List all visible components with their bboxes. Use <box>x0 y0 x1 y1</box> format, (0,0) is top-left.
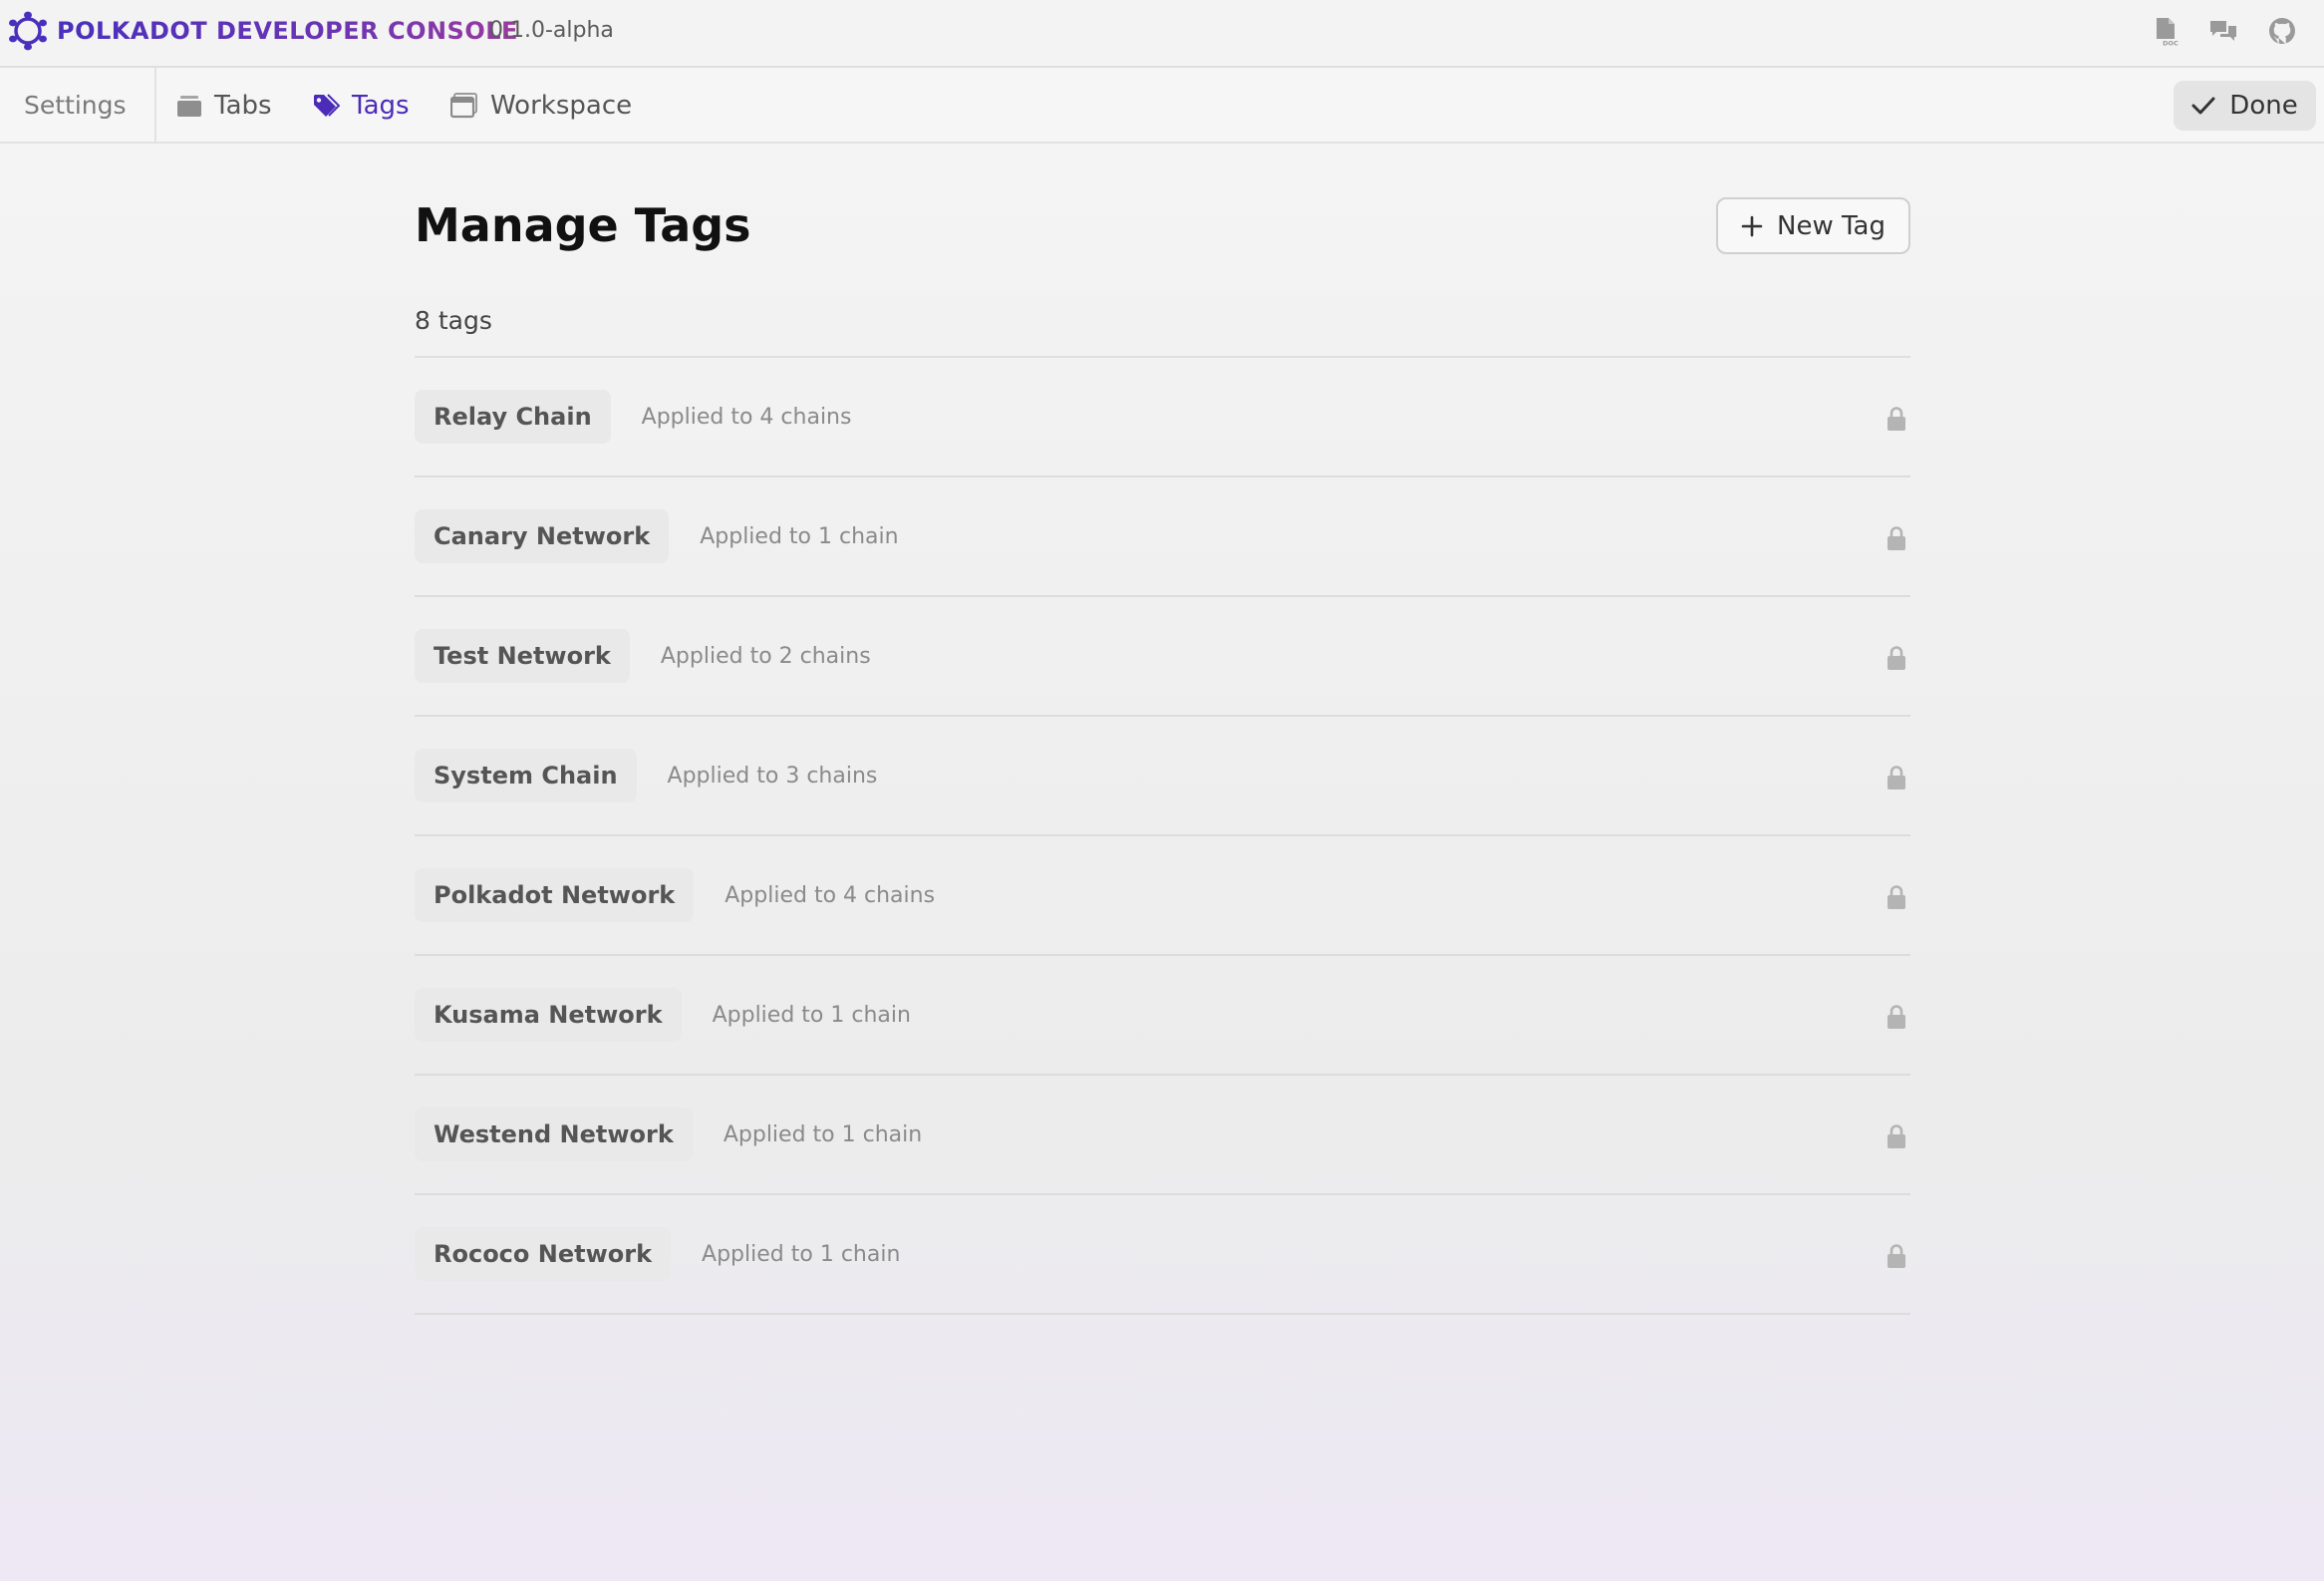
tag-count: 8 tags <box>415 306 492 335</box>
lock-icon <box>1888 646 1905 670</box>
folder-icon <box>177 96 201 117</box>
docs-icon[interactable]: DOC <box>2150 15 2181 47</box>
tag-usage: Applied to 3 chains <box>667 763 878 789</box>
tab-workspace[interactable]: Workspace <box>450 88 632 124</box>
checkmark-icon <box>2191 97 2215 115</box>
tag-chip[interactable]: Westend Network <box>415 1107 693 1161</box>
settings-tab-bar: Settings Tabs Tags Workspace Done <box>0 68 2324 144</box>
tab-workspace-label: Workspace <box>490 91 633 121</box>
tag-chip[interactable]: Relay Chain <box>415 390 611 444</box>
tab-tags-label: Tags <box>352 91 410 121</box>
lock-icon <box>1888 526 1905 550</box>
polkadot-logo-icon <box>9 11 47 51</box>
tag-row: Test Network Applied to 2 chains <box>415 597 1910 717</box>
new-tag-button-label: New Tag <box>1777 210 1886 241</box>
tag-usage: Applied to 1 chain <box>723 1121 923 1147</box>
done-button[interactable]: Done <box>2174 81 2316 131</box>
tab-tags[interactable]: Tags <box>312 88 410 124</box>
tag-row: Westend Network Applied to 1 chain <box>415 1076 1910 1195</box>
lock-icon <box>1888 885 1905 909</box>
plus-icon <box>1741 215 1763 236</box>
tag-usage: Applied to 1 chain <box>712 1002 911 1028</box>
tag-chip[interactable]: Polkadot Network <box>415 868 695 922</box>
title-bar: POLKADOT DEVELOPER CONSOLE 0.1.0-alpha D… <box>0 0 2324 68</box>
tag-chip[interactable]: Test Network <box>415 629 630 683</box>
window-icon <box>450 93 477 119</box>
tag-usage: Applied to 2 chains <box>660 643 871 669</box>
page-title: Manage Tags <box>415 198 751 252</box>
tag-row: System Chain Applied to 3 chains <box>415 717 1910 836</box>
tag-usage: Applied to 4 chains <box>641 404 852 430</box>
tag-list: Relay Chain Applied to 4 chains Canary N… <box>415 358 1910 1315</box>
svg-text:DOC: DOC <box>2163 40 2179 48</box>
github-icon[interactable] <box>2266 15 2298 47</box>
lock-icon <box>1888 1244 1905 1268</box>
tag-chip[interactable]: Rococo Network <box>415 1227 672 1281</box>
lock-icon <box>1888 1005 1905 1029</box>
lock-icon <box>1888 1124 1905 1148</box>
tab-tabs-label: Tabs <box>214 91 272 121</box>
tag-row: Canary Network Applied to 1 chain <box>415 477 1910 597</box>
lock-icon <box>1888 766 1905 790</box>
tag-usage: Applied to 1 chain <box>702 1241 901 1267</box>
tag-usage: Applied to 4 chains <box>725 882 936 908</box>
tab-divider <box>154 68 156 142</box>
tag-row: Rococo Network Applied to 1 chain <box>415 1195 1910 1315</box>
lock-icon <box>1888 407 1905 431</box>
tag-chip[interactable]: Kusama Network <box>415 988 682 1042</box>
done-button-label: Done <box>2229 91 2298 121</box>
tag-chip[interactable]: Canary Network <box>415 509 670 563</box>
new-tag-button[interactable]: New Tag <box>1716 197 1910 254</box>
settings-label: Settings <box>24 91 127 120</box>
tag-chip[interactable]: System Chain <box>415 749 637 802</box>
tag-usage: Applied to 1 chain <box>700 523 899 549</box>
tab-tabs[interactable]: Tabs <box>176 88 272 124</box>
chat-icon[interactable] <box>2207 15 2239 47</box>
tag-row: Kusama Network Applied to 1 chain <box>415 956 1910 1076</box>
tag-icon <box>314 94 340 117</box>
app-title: POLKADOT DEVELOPER CONSOLE <box>57 17 518 45</box>
app-version: 0.1.0-alpha <box>489 18 614 43</box>
tag-row: Polkadot Network Applied to 4 chains <box>415 836 1910 956</box>
tag-row: Relay Chain Applied to 4 chains <box>415 358 1910 477</box>
